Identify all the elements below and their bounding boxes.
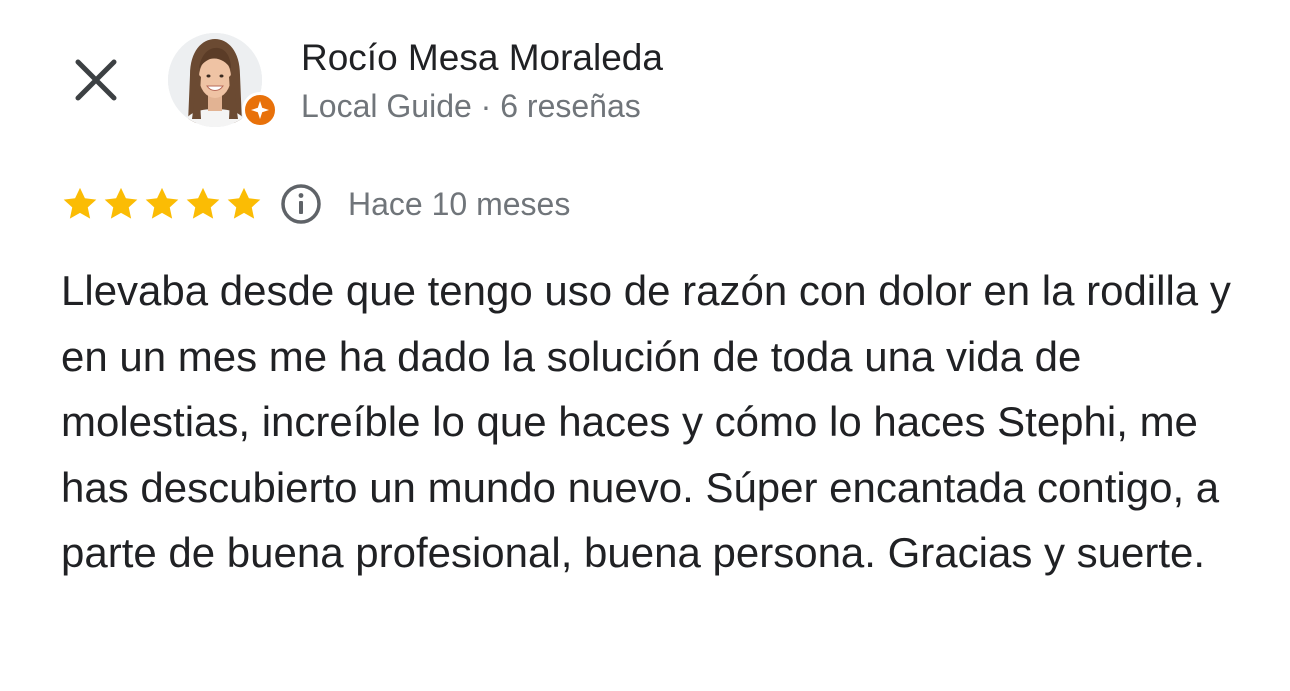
star-icon bbox=[63, 187, 97, 219]
star-icon bbox=[186, 187, 220, 219]
close-icon bbox=[75, 59, 117, 101]
star-rating bbox=[61, 185, 263, 223]
review-date: Hace 10 meses bbox=[348, 185, 571, 222]
star-icon bbox=[145, 187, 179, 219]
local-guide-badge-icon bbox=[251, 101, 269, 119]
close-button[interactable] bbox=[66, 50, 126, 110]
review-count: 6 reseñas bbox=[500, 88, 641, 124]
info-icon bbox=[281, 184, 321, 224]
rating-row: Hace 10 meses bbox=[61, 180, 570, 228]
review-card: Rocío Mesa Moraleda Local Guide · 6 rese… bbox=[0, 0, 1290, 691]
review-text: Llevaba desde que tengo uso de razón con… bbox=[61, 267, 1231, 576]
star-icon bbox=[104, 187, 138, 219]
author-avatar-container[interactable] bbox=[168, 33, 278, 129]
info-button[interactable] bbox=[277, 180, 325, 228]
author-name[interactable]: Rocío Mesa Moraleda bbox=[301, 36, 663, 80]
local-guide-label: Local Guide bbox=[301, 88, 472, 124]
meta-separator: · bbox=[480, 88, 492, 124]
star-icon bbox=[227, 187, 261, 219]
author-meta: Local Guide · 6 reseñas bbox=[301, 86, 641, 126]
local-guide-badge bbox=[242, 92, 278, 128]
